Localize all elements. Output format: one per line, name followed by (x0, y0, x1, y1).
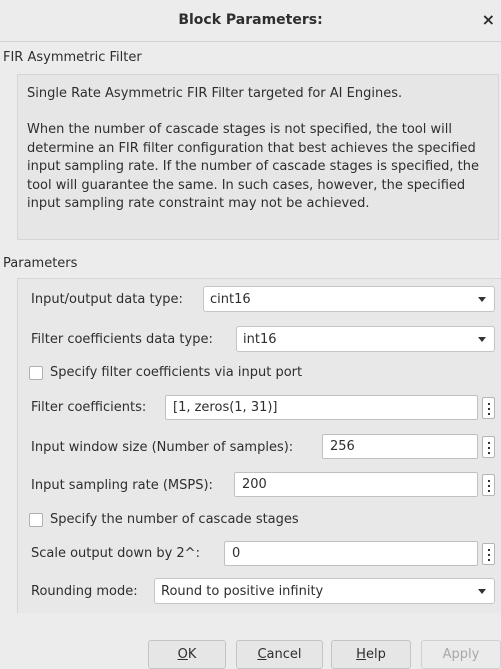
block-name: FIR Asymmetric Filter (3, 50, 142, 65)
parameters-section-label: Parameters (3, 256, 78, 271)
coef-data-type-label: Filter coefficients data type: (31, 332, 213, 347)
dropdown-arrow-icon (478, 589, 486, 594)
rounding-mode-select[interactable]: Round to positive infinity (154, 578, 495, 604)
ok-mnemonic: O (177, 647, 188, 662)
apply-button[interactable]: Apply (421, 640, 501, 669)
rounding-mode-label: Rounding mode: (31, 584, 138, 599)
scale-output-input[interactable] (225, 542, 477, 565)
ok-button[interactable]: OK (148, 640, 226, 669)
block-parameters-dialog: Block Parameters: × FIR Asymmetric Filte… (0, 0, 501, 669)
io-data-type-select[interactable]: cint16 (203, 286, 495, 312)
rounding-mode-value: Round to positive infinity (161, 584, 324, 599)
cancel-mnemonic: C (257, 647, 267, 662)
coef-input-port-checkbox[interactable] (29, 366, 43, 380)
io-data-type-label: Input/output data type: (31, 292, 183, 307)
cancel-label: ancel (266, 647, 302, 662)
sampling-rate-input[interactable] (235, 473, 477, 496)
close-icon[interactable]: × (482, 10, 495, 29)
sampling-rate-label: Input sampling rate (MSPS): (31, 478, 213, 493)
ok-label: K (187, 647, 197, 662)
description-panel: Single Rate Asymmetric FIR Filter target… (17, 74, 499, 240)
dropdown-arrow-icon (478, 337, 486, 342)
coef-label: Filter coefficients: (31, 400, 147, 415)
sampling-rate-more-icon[interactable] (482, 474, 495, 496)
coef-field[interactable] (165, 395, 478, 420)
dialog-title: Block Parameters: (178, 12, 323, 28)
help-label: elp (365, 647, 386, 662)
coef-input[interactable] (166, 396, 477, 419)
description-details: When the number of cascade stages is not… (27, 122, 479, 211)
cancel-button[interactable]: Cancel (236, 640, 323, 669)
coef-more-icon[interactable] (482, 397, 495, 419)
cascade-stages-checkbox[interactable] (29, 513, 43, 527)
cascade-stages-label: Specify the number of cascade stages (50, 512, 299, 527)
dropdown-arrow-icon (478, 297, 486, 302)
help-mnemonic: H (356, 647, 366, 662)
scale-output-more-icon[interactable] (482, 543, 495, 565)
window-size-input[interactable] (323, 435, 477, 458)
description-summary: Single Rate Asymmetric FIR Filter target… (27, 86, 403, 101)
io-data-type-value: cint16 (210, 292, 251, 307)
coef-data-type-value: int16 (243, 332, 277, 347)
window-size-more-icon[interactable] (482, 436, 495, 458)
help-button[interactable]: Help (331, 640, 411, 669)
window-size-label: Input window size (Number of samples): (31, 440, 294, 455)
window-size-field[interactable] (322, 434, 478, 459)
coef-input-port-label: Specify filter coefficients via input po… (50, 365, 303, 380)
scale-output-label: Scale output down by 2^: (31, 546, 200, 561)
scale-output-field[interactable] (224, 541, 478, 566)
sampling-rate-field[interactable] (234, 472, 478, 497)
coef-data-type-select[interactable]: int16 (236, 326, 495, 352)
title-bar: Block Parameters: × (0, 0, 501, 42)
